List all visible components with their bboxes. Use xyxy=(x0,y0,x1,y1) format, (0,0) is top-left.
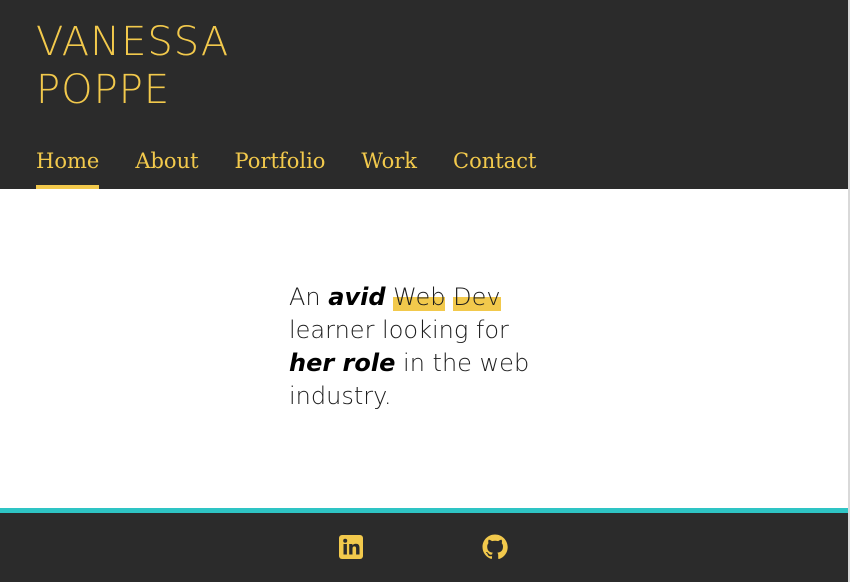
linkedin-icon[interactable] xyxy=(337,533,365,561)
tagline-text: An xyxy=(289,283,329,311)
site-title-line-2: POPPE xyxy=(36,67,171,113)
site-header: VANESSA POPPE Home About Portfolio Work … xyxy=(0,0,848,189)
site-footer xyxy=(0,513,848,582)
site-title[interactable]: VANESSA POPPE xyxy=(36,18,229,114)
tagline-emphasis-avid: avid xyxy=(328,283,386,311)
nav-contact[interactable]: Contact xyxy=(453,145,536,189)
main-nav: Home About Portfolio Work Contact xyxy=(36,145,572,189)
tagline-highlight-dev: Dev xyxy=(453,283,501,311)
github-icon[interactable] xyxy=(481,533,509,561)
hero-section: An avid Web Dev learner looking for her … xyxy=(0,189,848,508)
nav-about[interactable]: About xyxy=(135,145,198,189)
nav-home[interactable]: Home xyxy=(36,145,100,189)
site-title-line-1: VANESSA xyxy=(36,19,230,65)
tagline-highlight-web: Web xyxy=(393,283,446,311)
tagline-text xyxy=(386,283,394,311)
hero-tagline: An avid Web Dev learner looking for her … xyxy=(289,281,559,413)
tagline-text xyxy=(445,283,453,311)
nav-work[interactable]: Work xyxy=(361,145,417,189)
nav-portfolio[interactable]: Portfolio xyxy=(235,145,326,189)
tagline-text: learner looking for xyxy=(289,316,509,344)
tagline-emphasis-her-role: her role xyxy=(289,349,396,377)
